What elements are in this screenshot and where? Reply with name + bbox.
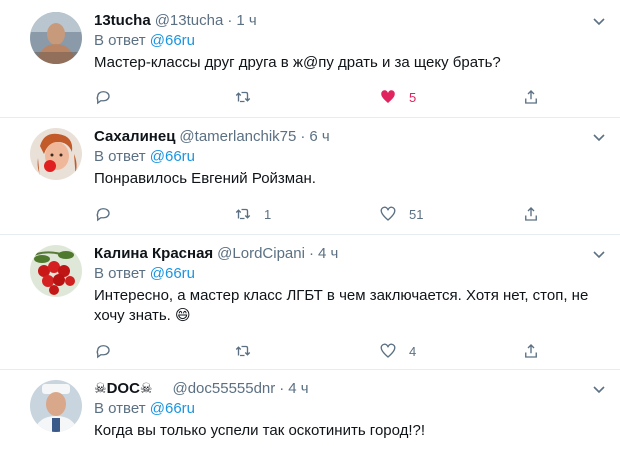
timestamp[interactable]: 4 ч xyxy=(288,380,308,397)
tweet-text: Интересно, а мастер класс ЛГБТ в чем зак… xyxy=(94,286,600,326)
more-icon[interactable] xyxy=(592,14,606,28)
reply-prefix: В ответ xyxy=(94,32,146,49)
author-name-text: DOC xyxy=(106,380,140,397)
author-handle[interactable]: @13tucha xyxy=(155,12,224,29)
tweet-text: Мастер-классы друг друга в ж@пу драть и … xyxy=(94,54,501,71)
tweet[interactable]: 13tucha @13tucha · 1 ч В ответ @66ru Мас… xyxy=(0,0,620,118)
reply-prefix: В ответ xyxy=(94,148,146,165)
tweet-actions: 4 xyxy=(94,341,554,361)
like-icon xyxy=(380,206,396,221)
author-name[interactable]: 13tucha xyxy=(94,12,151,29)
avatar[interactable] xyxy=(30,128,82,180)
timestamp[interactable]: 1 ч xyxy=(236,12,256,29)
reply-context: В ответ @66ru xyxy=(94,265,600,282)
retweet-button[interactable]: 1 xyxy=(234,204,271,224)
retweet-icon xyxy=(235,91,251,103)
reply-mention[interactable]: @66ru xyxy=(150,148,195,165)
share-button[interactable] xyxy=(522,341,540,361)
reply-icon xyxy=(96,208,110,222)
tweet[interactable]: Сахалинец @tamerlanchik75 · 6 ч В ответ … xyxy=(0,118,620,235)
separator-dot: · xyxy=(279,380,285,397)
tweet-actions: 1 51 xyxy=(94,204,554,224)
reply-prefix: В ответ xyxy=(94,400,146,417)
retweet-count: 1 xyxy=(264,206,272,222)
reply-icon xyxy=(96,345,110,359)
more-icon[interactable] xyxy=(592,247,606,261)
retweet-icon xyxy=(235,208,251,220)
tweet-text-body: Интересно, а мастер класс ЛГБТ в чем зак… xyxy=(94,287,589,324)
reply-button[interactable] xyxy=(94,341,124,361)
author-handle[interactable]: @doc55555dnr xyxy=(172,380,275,397)
reply-button[interactable] xyxy=(94,204,124,224)
separator-dot: · xyxy=(300,128,306,145)
share-icon xyxy=(525,90,537,104)
reply-context: В ответ @66ru xyxy=(94,32,600,49)
grinning-emoji-icon: 😄 xyxy=(175,307,191,324)
tweet-text: Когда вы только успели так оскотинить го… xyxy=(94,422,426,439)
share-icon xyxy=(525,207,537,221)
reply-mention[interactable]: @66ru xyxy=(150,265,195,282)
skull-icon: ☠ xyxy=(94,381,107,397)
tweet-actions: 5 xyxy=(94,87,554,107)
skull-icon: ☠ xyxy=(139,381,153,397)
separator-dot: · xyxy=(227,12,233,29)
author-handle[interactable]: @LordCipani xyxy=(217,245,305,262)
avatar[interactable] xyxy=(30,12,82,64)
like-button[interactable]: 5 xyxy=(379,87,416,107)
share-button[interactable] xyxy=(522,87,540,107)
timestamp[interactable]: 6 ч xyxy=(309,128,329,145)
retweet-button[interactable] xyxy=(234,341,264,361)
tweet-feed: 13tucha @13tucha · 1 ч В ответ @66ru Мас… xyxy=(0,0,620,459)
like-count: 5 xyxy=(409,89,417,105)
reply-mention[interactable]: @66ru xyxy=(150,32,195,49)
like-count: 51 xyxy=(409,206,424,222)
reply-icon xyxy=(96,91,110,105)
like-icon xyxy=(381,90,395,103)
tweet[interactable]: Калина Красная @LordCipani · 4 ч В ответ… xyxy=(0,235,620,370)
reply-context: В ответ @66ru xyxy=(94,400,600,417)
reply-button[interactable] xyxy=(94,87,124,107)
reply-context: В ответ @66ru xyxy=(94,148,600,165)
author-name[interactable]: Калина Красная xyxy=(94,245,213,262)
like-button[interactable]: 4 xyxy=(379,341,416,361)
reply-mention[interactable]: @66ru xyxy=(150,400,195,417)
timestamp[interactable]: 4 ч xyxy=(318,245,338,262)
tweet-text: Понравилось Евгений Ройзман. xyxy=(94,170,316,187)
like-button[interactable]: 51 xyxy=(379,204,423,224)
tweet[interactable]: ☠DOC☠ @doc55555dnr · 4 ч В ответ @66ru К… xyxy=(0,370,620,459)
more-icon[interactable] xyxy=(592,382,606,396)
like-count: 4 xyxy=(409,343,417,359)
share-icon xyxy=(525,344,537,358)
avatar[interactable] xyxy=(30,380,82,432)
like-icon xyxy=(380,343,396,358)
reply-prefix: В ответ xyxy=(94,265,146,282)
retweet-icon xyxy=(235,345,251,357)
retweet-button[interactable] xyxy=(234,87,264,107)
separator-dot: · xyxy=(308,245,314,262)
more-icon[interactable] xyxy=(592,130,606,144)
author-name[interactable]: Сахалинец xyxy=(94,128,175,145)
avatar[interactable] xyxy=(30,245,82,297)
author-handle[interactable]: @tamerlanchik75 xyxy=(179,128,296,145)
author-name[interactable]: ☠DOC☠ xyxy=(94,380,152,397)
share-button[interactable] xyxy=(522,204,540,224)
